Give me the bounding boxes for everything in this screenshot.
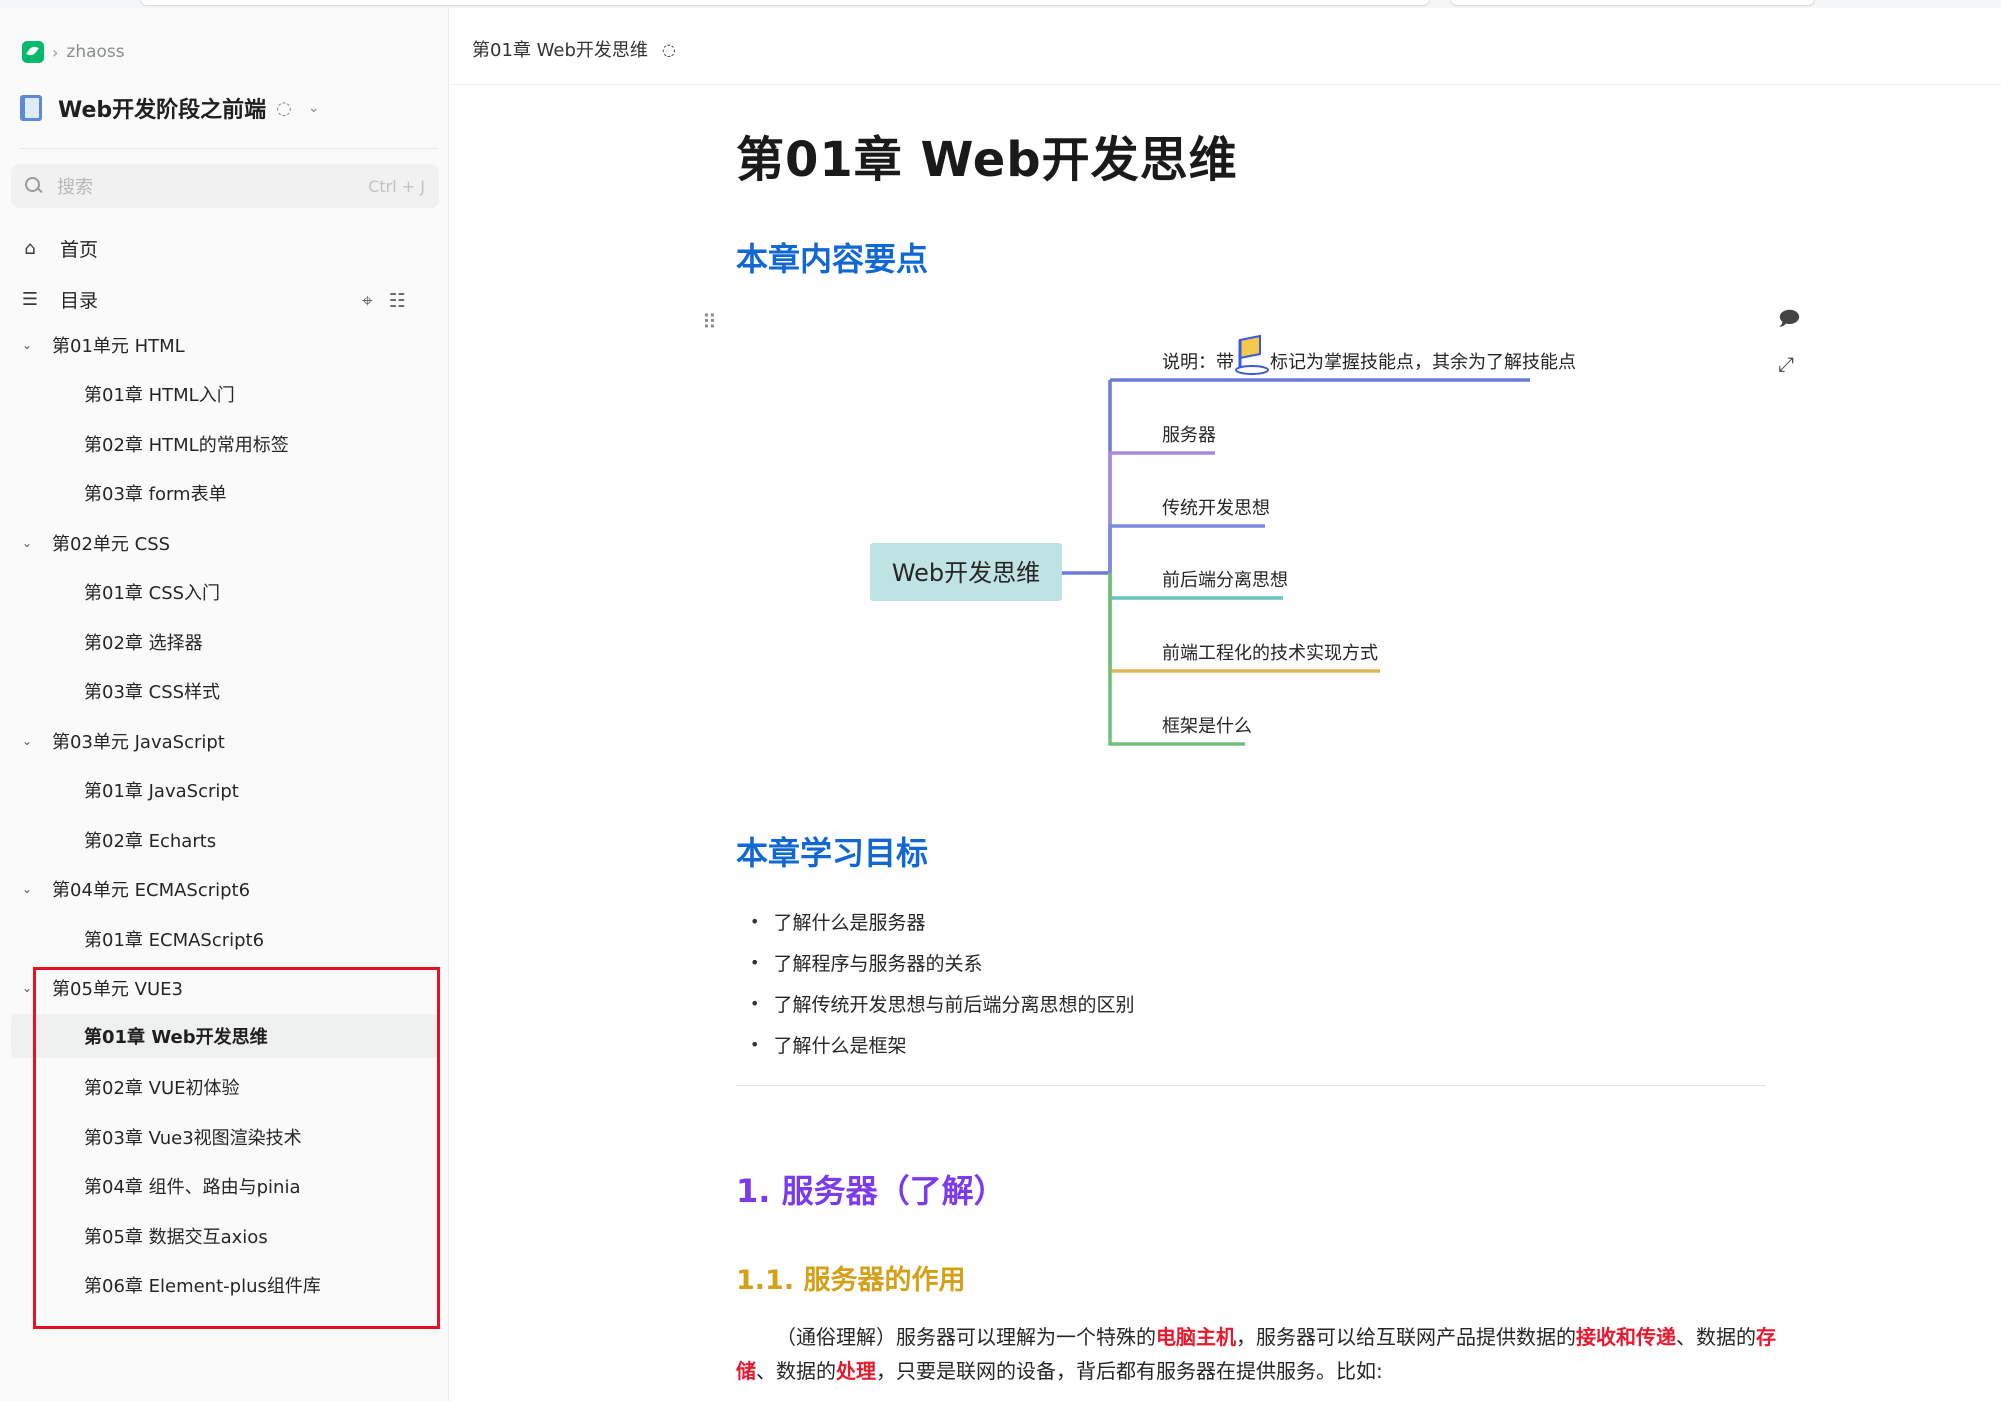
highlight-text: 接收和传递 <box>1576 1325 1676 1349</box>
book-icon <box>20 95 42 121</box>
visibility-icon: ◌ <box>276 97 292 119</box>
tree-unit[interactable]: ⌄ 第02单元 CSS <box>22 523 170 563</box>
tree-unit[interactable]: ⌄ 第01单元 HTML <box>22 325 185 365</box>
block-tools: 🗩 ⤢ <box>1778 304 1800 376</box>
text-run: 、数据的 <box>1676 1325 1756 1349</box>
section-heading-server: 1. 服务器（了解） <box>736 1172 1006 1210</box>
chevron-down-icon[interactable]: ⌄ <box>308 100 320 116</box>
list-item: 了解传统开发思想与前后端分离思想的区别 <box>750 983 1134 1024</box>
comment-icon[interactable]: 🗩 <box>1778 304 1800 338</box>
text-run: ，服务器可以给互联网产品提供数据的 <box>1236 1325 1576 1349</box>
section-heading-points: 本章内容要点 <box>736 240 929 278</box>
home-icon: ⌂ <box>24 237 36 259</box>
text-run: （通俗理解）服务器可以理解为一个特殊的 <box>776 1325 1156 1349</box>
tree-unit-label: 第01单元 HTML <box>52 336 185 357</box>
nav-toc-label: 目录 <box>60 289 99 312</box>
document-area: 第01章 Web开发思维 ◌ 第01章 Web开发思维 本章内容要点 ⠿ 🗩 ⤢… <box>450 8 2001 1401</box>
collapse-list-icon[interactable]: ☷ <box>389 290 406 312</box>
fullscreen-icon[interactable]: ⤢ <box>1778 352 1800 376</box>
browser-tab[interactable] <box>1450 0 1815 6</box>
mindmap-note-suffix: 标记为掌握技能点，其余为了解技能点 <box>1270 352 1576 373</box>
list-item: 了解程序与服务器的关系 <box>750 942 1134 983</box>
tree-doc[interactable]: 第01章 CSS入门 <box>84 572 220 612</box>
toc-icon: ☰ <box>21 288 39 310</box>
nav-toc[interactable]: ☰ 目录 <box>20 281 98 317</box>
flag-icon <box>1235 334 1269 375</box>
browser-tab-strip <box>0 0 2001 8</box>
text-run: ，只要是联网的设备，背后都有服务器在提供服务。比如: <box>876 1359 1383 1383</box>
highlight-text: 处理 <box>836 1359 876 1383</box>
book-title[interactable]: Web开发阶段之前端 <box>58 92 266 124</box>
yuque-logo-icon[interactable] <box>22 41 44 63</box>
tree-doc[interactable]: 第01章 HTML入门 <box>84 374 235 414</box>
search-shortcut: Ctrl + J <box>368 176 425 196</box>
nav-home-label: 首页 <box>60 238 99 261</box>
caret-down-icon[interactable]: ⌄ <box>22 536 36 550</box>
mindmap-branch-label[interactable]: 传统开发思想 <box>1162 498 1270 519</box>
visibility-icon: ◌ <box>661 39 676 59</box>
section-heading-goals: 本章学习目标 <box>736 834 929 872</box>
tree-doc[interactable]: 第01章 JavaScript <box>84 770 239 810</box>
divider <box>20 148 438 149</box>
toc-tools: ⌖ ☷ <box>362 290 406 312</box>
drag-handle-icon[interactable]: ⠿ <box>702 310 717 334</box>
search-placeholder: 搜索 <box>57 177 93 198</box>
breadcrumb-user[interactable]: zhaoss <box>66 42 124 62</box>
caret-down-icon[interactable]: ⌄ <box>22 882 36 896</box>
caret-down-icon[interactable]: ⌄ <box>22 338 36 352</box>
tree-doc[interactable]: 第02章 选择器 <box>84 622 203 662</box>
chevron-right-icon: › <box>52 42 59 62</box>
goals-list: 了解什么是服务器 了解程序与服务器的关系 了解传统开发思想与前后端分离思想的区别… <box>750 901 1134 1065</box>
mindmap-branch-label[interactable]: 前端工程化的技术实现方式 <box>1162 643 1378 664</box>
tree-doc[interactable]: 第01章 ECMAScript6 <box>84 919 264 959</box>
list-item: 了解什么是服务器 <box>750 901 1134 942</box>
mindmap-branch-label[interactable]: 框架是什么 <box>1162 716 1252 737</box>
mindmap-note-prefix: 说明：带 <box>1162 352 1234 373</box>
mindmap-root-label: Web开发思维 <box>892 559 1040 587</box>
tree-unit[interactable]: ⌄ 第04单元 ECMAScript6 <box>22 869 250 909</box>
tree-unit-label: 第04单元 ECMAScript6 <box>52 880 251 901</box>
highlight-text: 电脑主机 <box>1156 1325 1236 1349</box>
red-highlight-box <box>33 967 440 1329</box>
horizontal-rule <box>736 1085 1766 1086</box>
caret-down-icon[interactable]: ⌄ <box>22 734 36 748</box>
paragraph: （通俗理解）服务器可以理解为一个特殊的电脑主机，服务器可以给互联网产品提供数据的… <box>736 1320 1776 1388</box>
mindmap-branch-line <box>1108 524 1265 573</box>
tree-doc[interactable]: 第02章 HTML的常用标签 <box>84 424 289 464</box>
doc-header: 第01章 Web开发思维 ◌ <box>450 8 2001 85</box>
mind-map[interactable]: Web开发思维 说明：带 标记为掌握技能点，其余为了解技能点 服务器 传统开发思… <box>840 328 1660 768</box>
tree-doc[interactable]: 第02章 Echarts <box>84 820 216 860</box>
search-input[interactable]: 搜索 Ctrl + J <box>11 164 439 208</box>
tree-unit-label: 第03单元 JavaScript <box>52 732 225 753</box>
tree-unit-label: 第02单元 CSS <box>52 534 171 555</box>
subsection-heading-role: 1.1. 服务器的作用 <box>736 1265 966 1296</box>
book-header: Web开发阶段之前端 ◌ ⌄ <box>20 92 320 124</box>
text-run: 、数据的 <box>756 1359 836 1383</box>
search-icon <box>25 177 43 195</box>
mindmap-branch-label[interactable]: 服务器 <box>1162 425 1216 446</box>
locate-icon[interactable]: ⌖ <box>362 290 373 312</box>
browser-tab[interactable] <box>140 0 1430 6</box>
tree-doc[interactable]: 第03章 CSS样式 <box>84 671 220 711</box>
nav-home[interactable]: ⌂ 首页 <box>20 230 98 266</box>
doc-header-title: 第01章 Web开发思维 <box>472 40 648 61</box>
page-title: 第01章 Web开发思维 <box>736 132 1238 188</box>
sidebar: › zhaoss Web开发阶段之前端 ◌ ⌄ 搜索 Ctrl + J ⌂ 首页… <box>0 8 449 1401</box>
list-item: 了解什么是框架 <box>750 1024 1134 1065</box>
tree-doc[interactable]: 第03章 form表单 <box>84 473 227 513</box>
mindmap-branch-label[interactable]: 前后端分离思想 <box>1162 570 1288 591</box>
breadcrumb: › zhaoss <box>22 40 125 64</box>
tree-unit[interactable]: ⌄ 第03单元 JavaScript <box>22 721 225 761</box>
